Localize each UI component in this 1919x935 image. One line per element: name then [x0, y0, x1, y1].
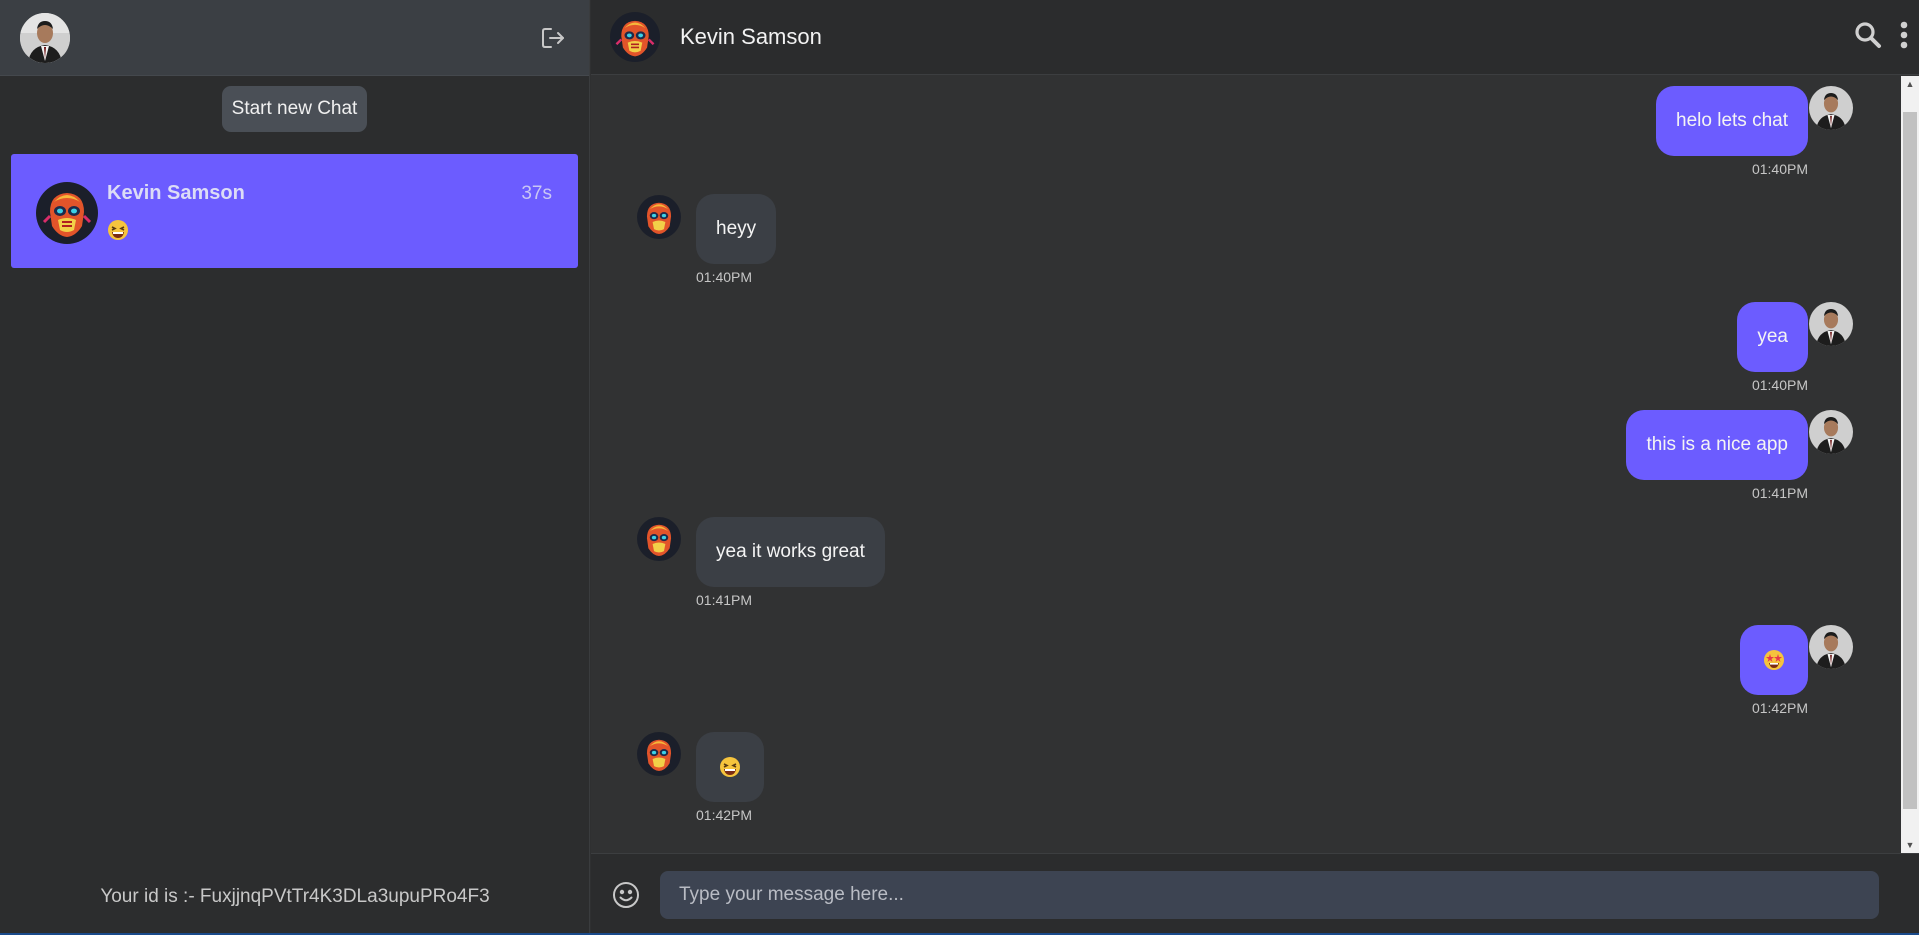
my-avatar[interactable]	[20, 12, 70, 63]
logout-button[interactable]	[537, 22, 569, 54]
header-actions	[1853, 20, 1909, 50]
my-avatar	[1809, 410, 1853, 454]
contact-avatar	[637, 195, 681, 239]
star-struck-emoji-icon	[1764, 650, 1784, 670]
scroll-thumb[interactable]	[1903, 112, 1917, 809]
message-list: helo lets chat 01:40PM heyy 01:40PM yea …	[591, 76, 1901, 853]
message-bubble: this is a nice app	[1626, 410, 1808, 480]
my-avatar	[1809, 302, 1853, 346]
message-time: 01:40PM	[696, 269, 753, 285]
search-icon	[1855, 22, 1881, 48]
scroll-down-icon[interactable]: ▼	[1901, 837, 1919, 853]
emoji-picker-button[interactable]	[611, 880, 641, 910]
user-id-label: Your id is :- FuxjjnqPVtTr4K3DLa3upuPRo4…	[100, 886, 490, 907]
message-sent: 01:42PM	[1740, 625, 1808, 716]
message-bubble: helo lets chat	[1656, 86, 1808, 156]
message-scrollbar[interactable]: ▲ ▼	[1901, 76, 1919, 853]
message-time: 01:42PM	[1751, 700, 1808, 716]
message-time: 01:40PM	[1751, 377, 1808, 393]
logout-icon	[542, 27, 564, 48]
contact-avatar[interactable]	[610, 12, 660, 62]
message-bubble	[696, 732, 764, 802]
sidebar: Start new Chat Kevin Samson 37s Your id …	[0, 0, 590, 935]
message-received: heyy 01:40PM	[696, 194, 777, 285]
scroll-up-icon[interactable]: ▲	[1901, 76, 1919, 92]
message-input[interactable]	[660, 870, 1879, 919]
chat-list-item[interactable]: Kevin Samson 37s	[11, 154, 578, 268]
chat-item-top: Kevin Samson 37s	[107, 182, 552, 205]
contact-avatar	[637, 732, 681, 776]
chat-list: Kevin Samson 37s	[0, 154, 589, 268]
start-new-chat-button[interactable]: Start new Chat	[221, 86, 368, 132]
message-received: yea it works great 01:41PM	[696, 517, 885, 608]
conversation-title: Kevin Samson	[680, 24, 822, 49]
message-bubble	[1740, 625, 1808, 695]
message-sent: helo lets chat 01:40PM	[1656, 86, 1808, 177]
chat-app: Start new Chat Kevin Samson 37s Your id …	[0, 0, 1919, 935]
my-avatar	[1809, 625, 1853, 669]
contact-avatar	[637, 517, 681, 561]
message-sent: this is a nice app 01:41PM	[1626, 410, 1808, 501]
chat-item-time: 37s	[521, 182, 552, 204]
grinning-squint-emoji-icon	[108, 220, 128, 240]
my-avatar	[1809, 86, 1853, 130]
conversation-panel: Kevin Samson helo lets chat 01:40PM heyy…	[591, 0, 1919, 935]
message-time: 01:42PM	[696, 807, 753, 823]
message-time: 01:41PM	[696, 592, 753, 608]
chat-item-info: Kevin Samson 37s	[107, 182, 552, 246]
chat-item-preview	[107, 219, 552, 246]
message-bubble: heyy	[696, 194, 777, 264]
chat-item-name: Kevin Samson	[107, 182, 245, 204]
more-vertical-icon	[1900, 21, 1908, 49]
new-chat-wrap: Start new Chat	[0, 86, 589, 132]
message-bubble: yea	[1737, 302, 1808, 372]
message-bubble: yea it works great	[696, 517, 885, 587]
grinning-squint-emoji-icon	[720, 757, 740, 777]
message-composer	[591, 853, 1919, 935]
sidebar-header	[0, 0, 589, 76]
contact-avatar	[36, 182, 98, 244]
message-time: 01:41PM	[1751, 485, 1808, 501]
smiley-icon	[613, 881, 639, 908]
message-time: 01:40PM	[1751, 161, 1808, 177]
search-button[interactable]	[1853, 20, 1883, 50]
more-options-button[interactable]	[1899, 20, 1909, 50]
conversation-header: Kevin Samson	[591, 0, 1919, 75]
message-sent: yea 01:40PM	[1737, 302, 1808, 393]
message-received: 01:42PM	[696, 732, 764, 823]
